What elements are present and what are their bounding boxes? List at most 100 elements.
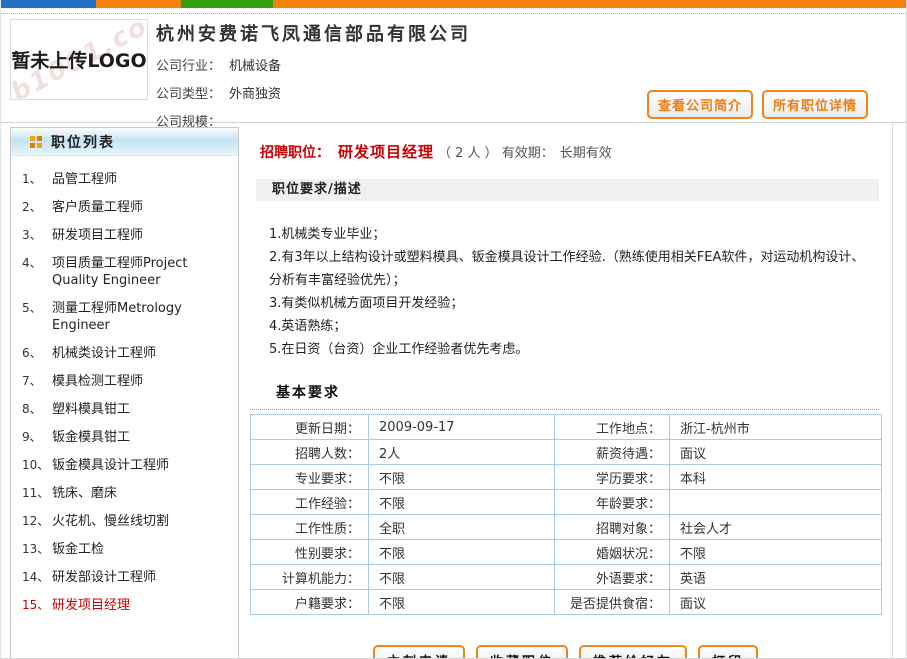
recommend-to-friend-button[interactable]: 推荐给好友 <box>579 645 687 659</box>
job-number: 9、 <box>22 429 52 446</box>
residency-value: 不限 <box>369 590 555 615</box>
company-name: 杭州安费诺飞凤通信部品有限公司 <box>156 20 906 46</box>
job-number: 15、 <box>22 597 52 614</box>
age-value <box>670 490 882 515</box>
top-bar-segment-green <box>181 0 273 8</box>
headcount-label: 招聘人数： <box>251 440 369 465</box>
sidebar-item-job-14[interactable]: 14、研发部设计工程师 <box>22 569 230 586</box>
work-location-value: 浙江-杭州市 <box>670 415 882 440</box>
top-color-bar <box>1 0 906 8</box>
job-label: 研发部设计工程师 <box>52 569 230 586</box>
job-type-label: 工作性质： <box>251 515 369 540</box>
table-row: 工作经验：不限 年龄要求： <box>251 490 882 515</box>
experience-value: 不限 <box>369 490 555 515</box>
apply-now-button[interactable]: 立刻申请 <box>373 645 465 659</box>
top-bar-segment-orange <box>96 0 181 8</box>
headcount: （ 2 人 ） <box>438 146 498 161</box>
job-label: 机械类设计工程师 <box>52 345 230 362</box>
print-button[interactable]: 打印 <box>698 645 758 659</box>
target-value: 社会人才 <box>670 515 882 540</box>
sidebar-item-job-7[interactable]: 7、模具检测工程师 <box>22 373 230 390</box>
description-line: 2.有3年以上结构设计或塑料模具、钣金模具设计工作经验.（熟练使用相关FEA软件… <box>269 246 872 292</box>
basic-requirements-header: 基本要求 <box>250 382 879 410</box>
table-row: 工作性质：全职 招聘对象：社会人才 <box>251 515 882 540</box>
update-date-value: 2009-09-17 <box>369 415 555 440</box>
sidebar-item-job-13[interactable]: 13、钣金工检 <box>22 541 230 558</box>
table-row: 户籍要求：不限 是否提供食宿：面议 <box>251 590 882 615</box>
age-label: 年龄要求： <box>555 490 670 515</box>
company-industry-label: 公司行业： <box>156 59 221 74</box>
job-detail-page: job1001.com 暂未上传LOGO 杭州安费诺飞凤通信部品有限公司 公司行… <box>0 0 907 659</box>
foreign-language-label: 外语要求： <box>555 565 670 590</box>
headcount-value: 2人 <box>369 440 555 465</box>
job-number: 14、 <box>22 569 52 586</box>
table-row: 专业要求：不限 学历要求：本科 <box>251 465 882 490</box>
job-detail-panel: 招聘职位：研发项目经理（ 2 人 ）有效期：长期有效 职位要求/描述 1.机械类… <box>239 127 892 659</box>
job-number: 10、 <box>22 457 52 474</box>
sidebar-item-job-6[interactable]: 6、机械类设计工程师 <box>22 345 230 362</box>
job-label: 火花机、慢丝线切割 <box>52 513 230 530</box>
computer-skill-label: 计算机能力： <box>251 565 369 590</box>
computer-skill-value: 不限 <box>369 565 555 590</box>
room-board-label: 是否提供食宿： <box>555 590 670 615</box>
sidebar-item-job-5[interactable]: 5、测量工程师Metrology Engineer <box>22 300 230 334</box>
room-board-value: 面议 <box>670 590 882 615</box>
description-line: 4.英语熟练； <box>269 315 872 338</box>
marital-label: 婚姻状况： <box>555 540 670 565</box>
company-type-value: 外商独资 <box>229 87 281 102</box>
work-location-label: 工作地点： <box>555 415 670 440</box>
sidebar-item-job-9[interactable]: 9、钣金模具钳工 <box>22 429 230 446</box>
job-number: 1、 <box>22 171 52 188</box>
sidebar-item-job-3[interactable]: 3、研发项目工程师 <box>22 227 230 244</box>
sidebar-item-job-4[interactable]: 4、项目质量工程师Project Quality Engineer <box>22 255 230 289</box>
salary-value: 面议 <box>670 440 882 465</box>
job-title-row: 招聘职位：研发项目经理（ 2 人 ）有效期：长期有效 <box>260 141 892 162</box>
job-number: 8、 <box>22 401 52 418</box>
job-number: 4、 <box>22 255 52 289</box>
sidebar-item-job-2[interactable]: 2、客户质量工程师 <box>22 199 230 216</box>
description-line: 3.有类似机械方面项目开发经验； <box>269 292 872 315</box>
experience-label: 工作经验： <box>251 490 369 515</box>
company-industry-row: 公司行业：机械设备 <box>156 55 906 74</box>
job-number: 12、 <box>22 513 52 530</box>
job-number: 13、 <box>22 541 52 558</box>
job-label: 测量工程师Metrology Engineer <box>52 300 230 334</box>
position-title: 研发项目经理 <box>338 143 434 161</box>
save-job-button[interactable]: 收藏职位 <box>476 645 568 659</box>
major-label: 专业要求： <box>251 465 369 490</box>
job-label: 铣床、磨床 <box>52 485 230 502</box>
table-row: 更新日期：2009-09-17 工作地点：浙江-杭州市 <box>251 415 882 440</box>
view-company-profile-button[interactable]: 查看公司简介 <box>647 90 753 119</box>
job-number: 3、 <box>22 227 52 244</box>
job-number: 6、 <box>22 345 52 362</box>
all-positions-button[interactable]: 所有职位详情 <box>762 90 868 119</box>
requirements-section-header: 职位要求/描述 <box>256 179 879 201</box>
sidebar-item-job-8[interactable]: 8、塑料模具钳工 <box>22 401 230 418</box>
recruiting-position-label: 招聘职位： <box>260 145 330 161</box>
basic-requirements-title: 基本要求 <box>276 385 340 401</box>
residency-label: 户籍要求： <box>251 590 369 615</box>
sidebar-item-job-11[interactable]: 11、铣床、磨床 <box>22 485 230 502</box>
job-list-header: 职位列表 <box>11 128 238 156</box>
company-logo-placeholder: job1001.com 暂未上传LOGO <box>10 19 148 100</box>
job-label: 塑料模具钳工 <box>52 401 230 418</box>
job-description: 1.机械类专业毕业； 2.有3年以上结构设计或塑料模具、钣金模具设计工作经验.（… <box>269 223 872 361</box>
sidebar-item-job-10[interactable]: 10、钣金模具设计工程师 <box>22 457 230 474</box>
job-label: 模具检测工程师 <box>52 373 230 390</box>
top-bar-segment-orange-long <box>273 0 906 8</box>
job-label: 钣金模具钳工 <box>52 429 230 446</box>
job-label: 钣金工检 <box>52 541 230 558</box>
sidebar-item-job-1[interactable]: 1、品管工程师 <box>22 171 230 188</box>
sidebar-item-job-12[interactable]: 12、火花机、慢丝线切割 <box>22 513 230 530</box>
sidebar-item-job-15-active[interactable]: 15、研发项目经理 <box>22 597 230 614</box>
job-list-title: 职位列表 <box>51 132 115 152</box>
marital-value: 不限 <box>670 540 882 565</box>
update-date-label: 更新日期： <box>251 415 369 440</box>
salary-label: 薪资待遇： <box>555 440 670 465</box>
table-row: 计算机能力：不限 外语要求：英语 <box>251 565 882 590</box>
job-list-sidebar: 职位列表 1、品管工程师 2、客户质量工程师 3、研发项目工程师 4、项目质量工… <box>10 127 239 659</box>
validity-value: 长期有效 <box>560 146 612 161</box>
target-label: 招聘对象： <box>555 515 670 540</box>
description-line: 1.机械类专业毕业； <box>269 223 872 246</box>
job-label: 研发项目经理 <box>52 597 230 614</box>
